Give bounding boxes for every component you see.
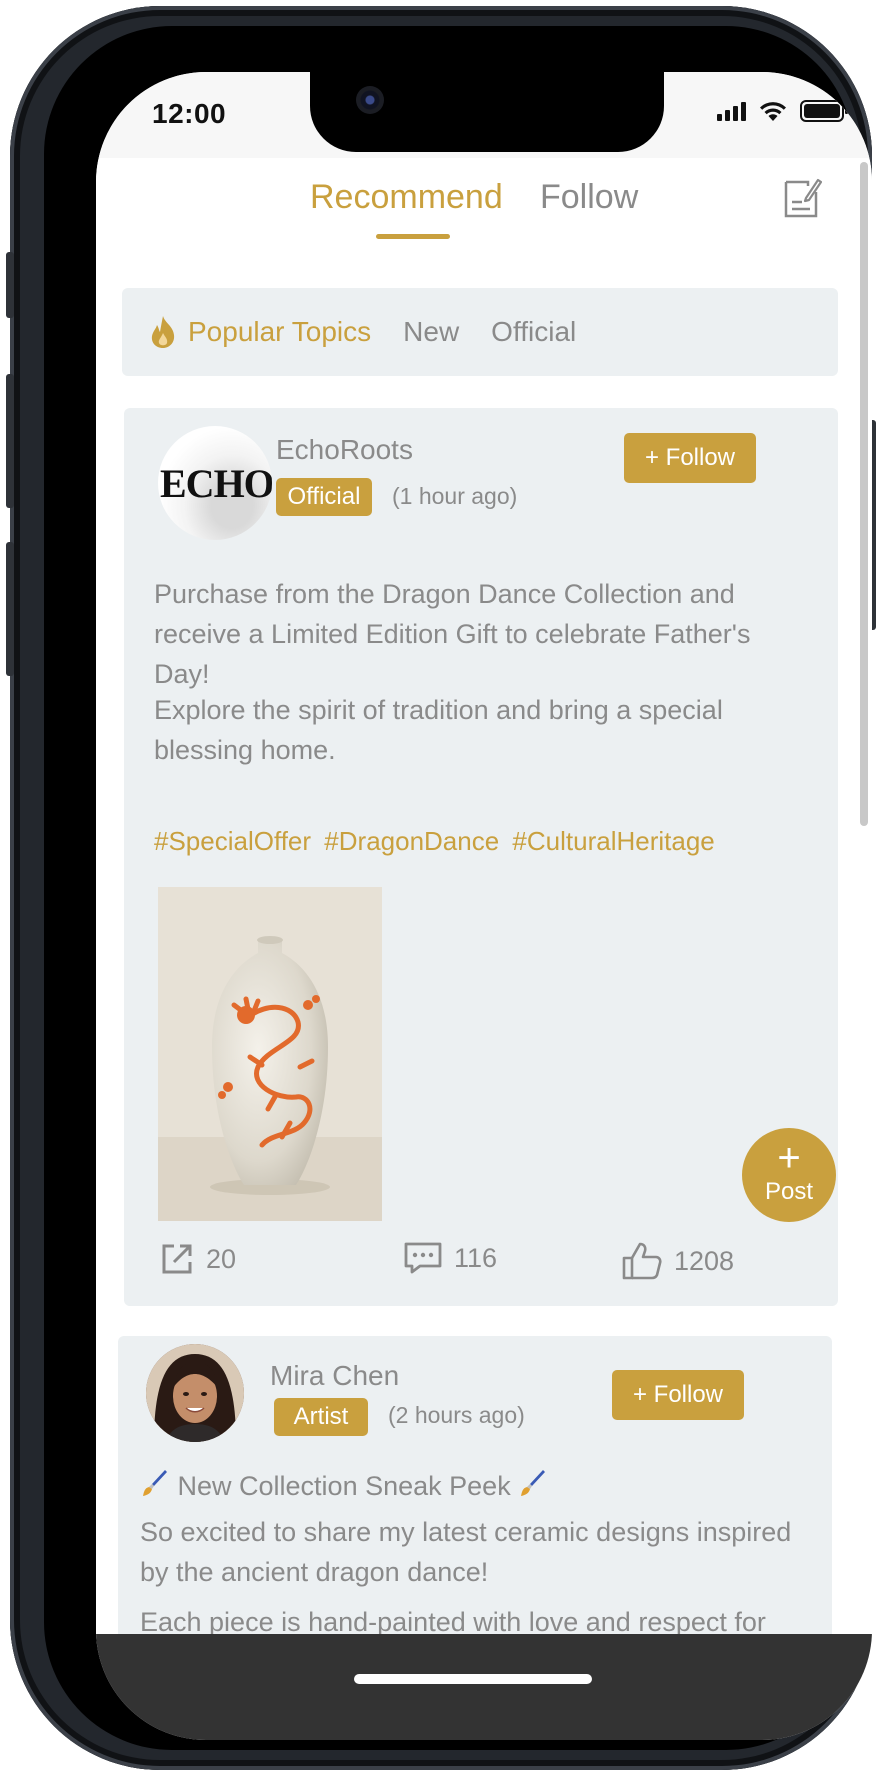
hashtag-link[interactable]: #CulturalHeritage [512, 826, 714, 856]
plus-icon: + [777, 1136, 801, 1180]
tab-recommend[interactable]: Recommend [310, 178, 503, 217]
scrollbar[interactable] [860, 162, 868, 826]
artist-badge: Artist [274, 1398, 368, 1436]
front-camera [356, 86, 384, 114]
post-body-paragraph: Explore the spirit of tradition and brin… [154, 695, 723, 765]
screen: 12:00 Recommend Follow Popular Topics Ne… [96, 72, 872, 1740]
follow-button[interactable]: + Follow [624, 433, 756, 483]
phone-frame: 12:00 Recommend Follow Popular Topics Ne… [6, 6, 876, 1770]
avatar[interactable]: ECHO [158, 426, 272, 540]
topic-filter-bar: Popular Topics New Official [122, 288, 838, 376]
hashtag-link[interactable]: #DragonDance [324, 826, 499, 856]
create-post-label: Post [764, 1178, 814, 1205]
post-body-paragraph: Each piece is hand-painted with love and… [140, 1607, 766, 1634]
post-headline-text: New Collection Sneak Peek [177, 1471, 511, 1501]
post-stats: 20 116 1208 [124, 1242, 838, 1292]
avatar[interactable] [146, 1344, 244, 1442]
comment-count: 116 [454, 1242, 498, 1273]
share-count: 20 [206, 1243, 237, 1274]
post-time: (1 hour ago) [392, 483, 518, 509]
status-bar: 12:00 [96, 72, 872, 158]
post-body-paragraph: Purchase from the Dragon Dance Collectio… [154, 579, 751, 689]
topic-popular[interactable]: Popular Topics [148, 315, 371, 349]
post-card: Mira Chen Artist (2 hours ago) + Follow … [118, 1336, 832, 1634]
like-count: 1208 [674, 1245, 735, 1276]
active-tab-indicator [376, 234, 450, 239]
follow-button[interactable]: + Follow [612, 1370, 744, 1420]
portrait-image [146, 1344, 244, 1442]
topic-popular-label: Popular Topics [188, 316, 372, 347]
battery-icon [800, 100, 848, 122]
paintbrush-icon [143, 1470, 167, 1496]
cellular-signal-icon [717, 101, 746, 121]
edit-note-icon[interactable] [782, 176, 822, 220]
topic-official[interactable]: Official [491, 316, 576, 348]
create-post-button[interactable]: + Post [742, 1128, 836, 1222]
like-action[interactable]: 1208 [622, 1242, 734, 1280]
post-card: ECHO EchoRoots Official (1 hour ago) + F… [124, 408, 838, 1306]
avatar-logo-text: ECHO [160, 461, 272, 506]
hashtag-list: #SpecialOffer #DragonDance #CulturalHeri… [154, 826, 721, 857]
volume-up-button [6, 374, 14, 508]
wifi-icon [760, 102, 786, 121]
volume-down-button [6, 542, 14, 676]
bezel: 12:00 Recommend Follow Popular Topics Ne… [44, 26, 872, 1750]
post-body-paragraph: So excited to share my latest ceramic de… [140, 1517, 792, 1587]
author-name[interactable]: EchoRoots [276, 434, 413, 466]
post-image-vase[interactable] [158, 887, 382, 1221]
paintbrush-icon [521, 1470, 546, 1496]
status-icons [717, 100, 848, 122]
status-time: 12:00 [152, 98, 227, 129]
author-name[interactable]: Mira Chen [270, 1360, 399, 1392]
home-indicator-area [96, 1634, 872, 1740]
official-badge: Official [276, 478, 372, 516]
dragon-vase-illustration [158, 887, 382, 1221]
post-time: (2 hours ago) [388, 1402, 525, 1428]
thumbs-up-icon [622, 1242, 662, 1280]
mute-switch [6, 252, 14, 318]
share-icon [162, 1244, 192, 1274]
tab-follow[interactable]: Follow [540, 178, 638, 217]
topic-new[interactable]: New [403, 316, 459, 348]
top-navigation: Recommend Follow [96, 158, 872, 254]
comment-icon [404, 1242, 442, 1274]
comment-action[interactable]: 116 [404, 1242, 497, 1274]
notch [310, 72, 664, 152]
app-content[interactable]: Recommend Follow Popular Topics New Offi… [96, 158, 872, 1634]
share-action[interactable]: 20 [160, 1242, 236, 1276]
hashtag-link[interactable]: #SpecialOffer [154, 826, 311, 856]
home-indicator[interactable] [354, 1674, 592, 1684]
flame-icon [151, 316, 175, 348]
post-headline: New Collection Sneak Peek [140, 1466, 800, 1506]
